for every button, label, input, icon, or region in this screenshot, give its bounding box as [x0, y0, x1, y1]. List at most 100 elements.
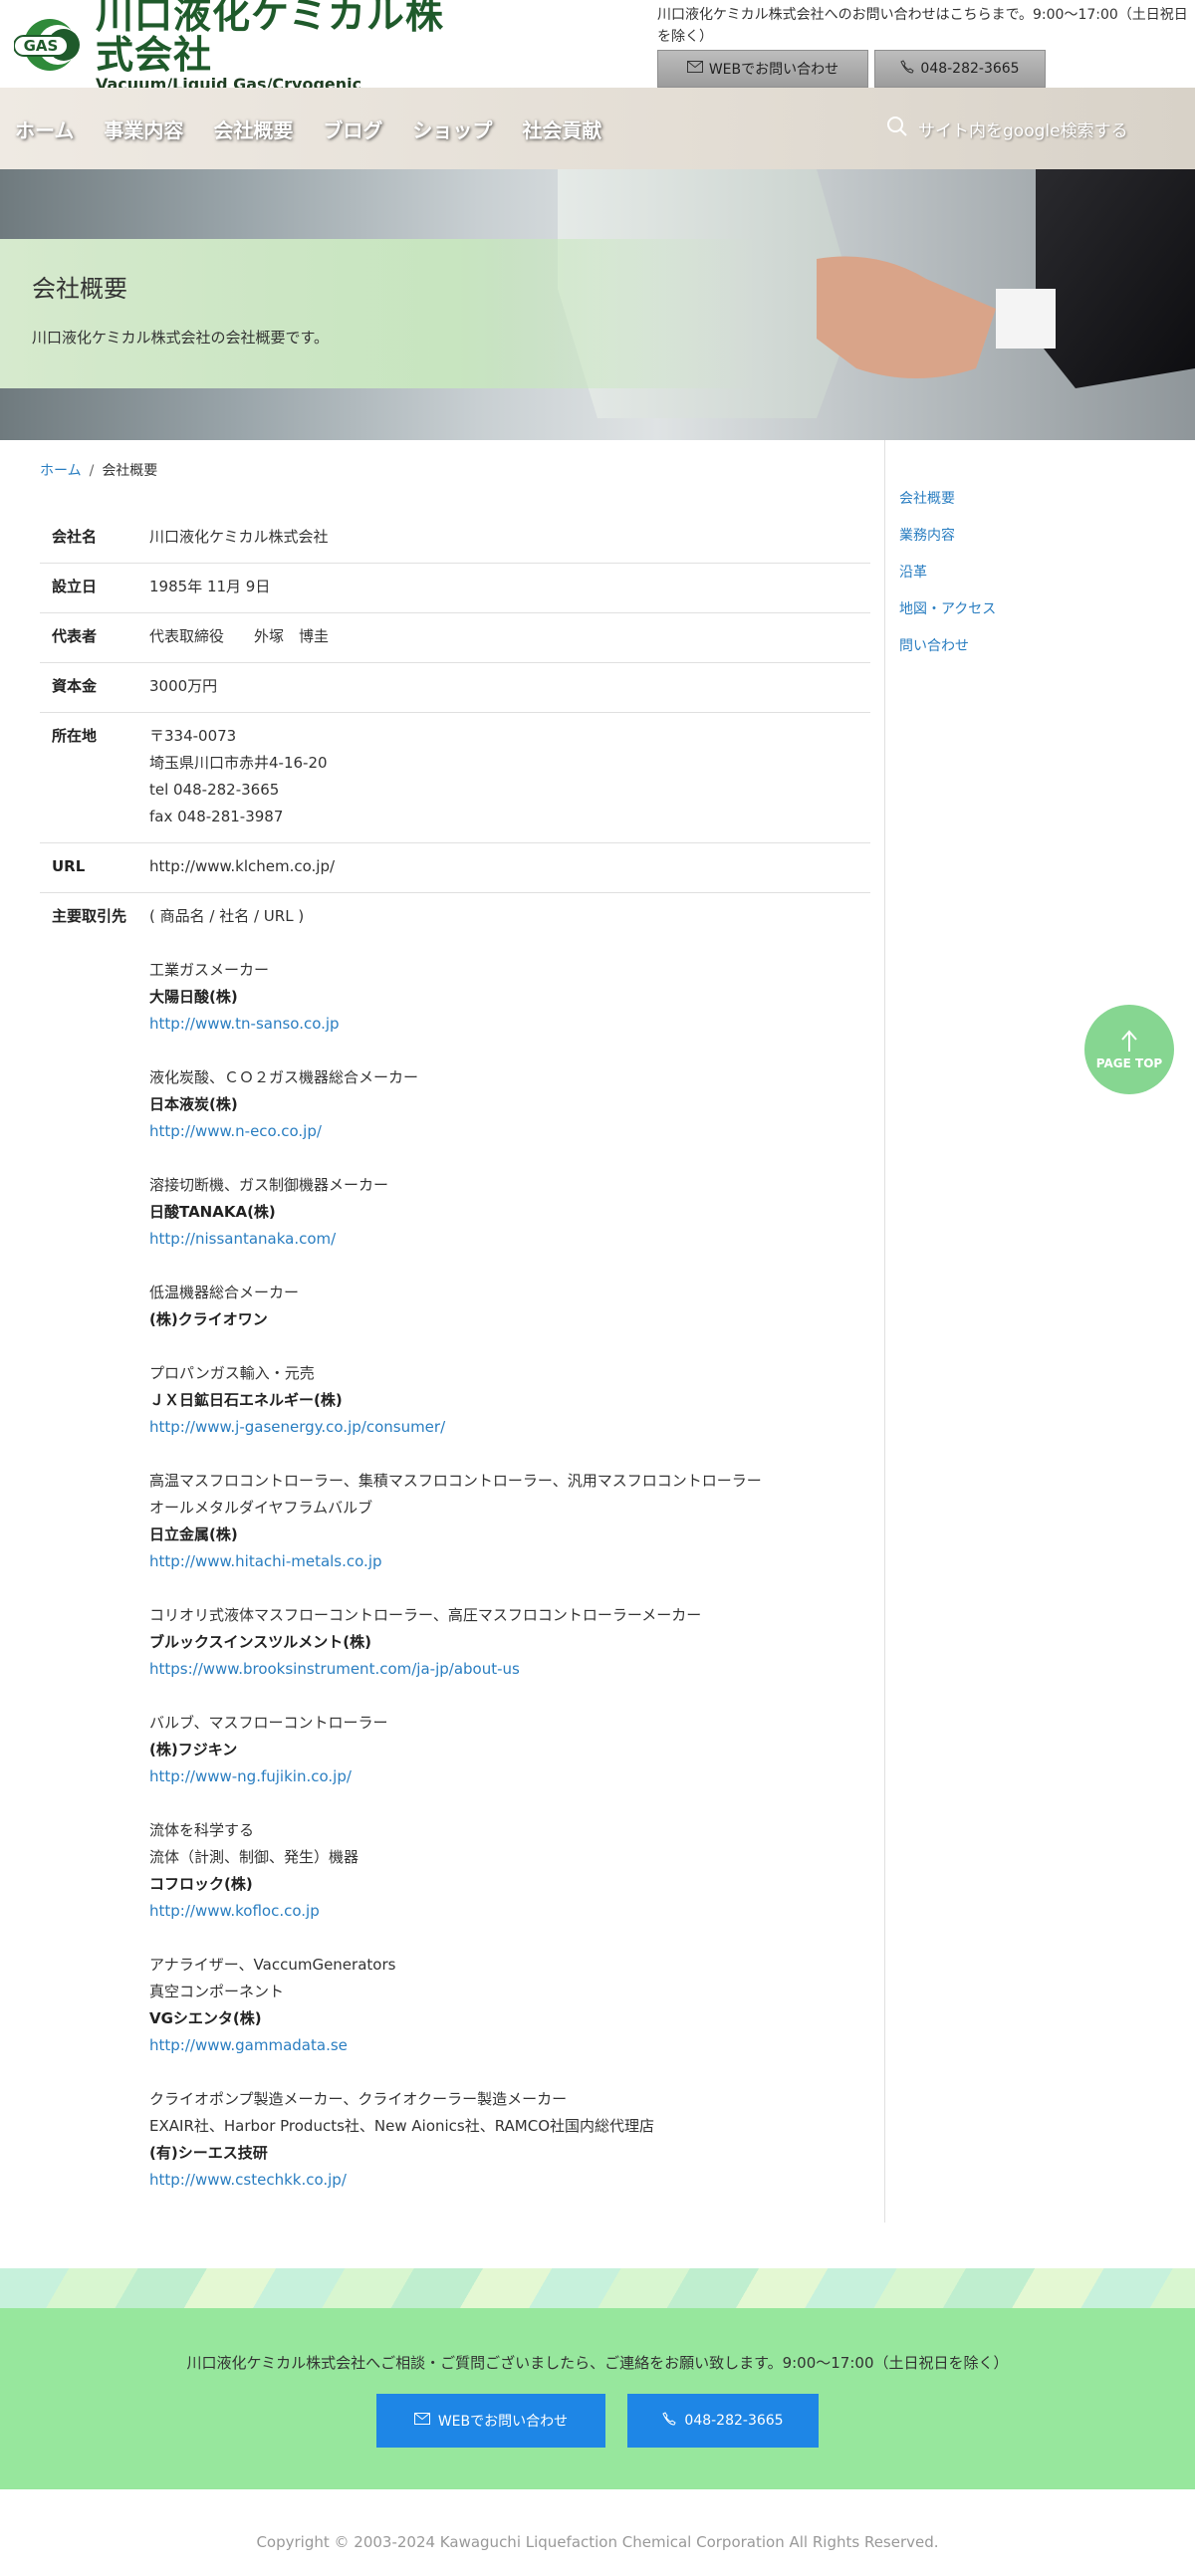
partner-name: 日本液炭(株) — [149, 1095, 238, 1113]
partner-description: 流体を科学する — [149, 1821, 255, 1839]
row-value: 代表取締役 外塚 博圭 — [149, 627, 330, 645]
partner-link[interactable]: http://www.kofloc.co.jp — [149, 1898, 870, 1925]
partner-link[interactable]: http://www.n-eco.co.jp/ — [149, 1118, 870, 1145]
partner-link[interactable]: http://www.hitachi-metals.co.jp — [149, 1548, 870, 1575]
site-logo[interactable]: GAS 川口液化ケミカル株式会社 Vacuum/Liquid Gas/Cryog… — [13, 0, 482, 94]
mail-icon — [413, 2413, 430, 2429]
list-item: バルブ、マスフローコントローラー (株)フジキン http://www-ng.f… — [149, 1710, 870, 1790]
row-label: 所在地 — [52, 727, 98, 745]
cta-tel-label: 048-282-3665 — [684, 2413, 784, 2429]
table-row: 設立日 1985年 11月 9日 — [40, 564, 870, 613]
list-item: 工業ガスメーカー 大陽日酸(株) http://www.tn-sanso.co.… — [149, 957, 870, 1038]
page-title: 会社概要 — [32, 275, 127, 303]
partner-link[interactable]: http://www.j-gasenergy.co.jp/consumer/ — [149, 1414, 870, 1441]
nav-item-company[interactable]: 会社概要 — [213, 115, 293, 143]
partner-description: プロパンガス輸入・元売 — [149, 1364, 315, 1382]
arrow-up-icon — [1119, 1029, 1139, 1056]
partner-description: 流体（計測、制御、発生）機器 — [149, 1848, 359, 1866]
partner-name: ＪＸ日鉱日石エネルギー(株) — [149, 1391, 343, 1409]
list-item: 液化炭酸、ＣＯ２ガス機器総合メーカー 日本液炭(株) http://www.n-… — [149, 1064, 870, 1145]
nav-item-csr[interactable]: 社会貢献 — [522, 115, 601, 143]
partner-description: 真空コンポーネント — [149, 1983, 285, 2000]
partner-link[interactable]: http://www.tn-sanso.co.jp — [149, 1011, 870, 1038]
search-placeholder: サイト内をgoogle検索する — [918, 121, 1128, 141]
nav-item-shop[interactable]: ショップ — [412, 115, 492, 143]
page-top-label: PAGE TOP — [1095, 1055, 1163, 1070]
contact-cta: 川口液化ケミカル株式会社へご相談・ご質問ございましたら、ご連絡をお願い致します。… — [0, 2308, 1195, 2489]
partner-description: 溶接切断機、ガス制御機器メーカー — [149, 1176, 389, 1194]
list-item: 高温マスフロコントローラー、集積マスフロコントローラー、汎用マスフロコントローラ… — [149, 1468, 870, 1575]
hero-title-band — [0, 239, 757, 388]
partner-link[interactable]: http://nissantanaka.com/ — [149, 1226, 870, 1253]
table-row: 主要取引先 ( 商品名 / 社名 / URL ) 工業ガスメーカー 大陽日酸(株… — [40, 893, 870, 2206]
fax-line: fax 048-281-3987 — [149, 808, 284, 825]
sidebar-item-contact[interactable]: 問い合わせ — [899, 635, 969, 655]
partner-name: (有)シーエス技研 — [149, 2144, 268, 2162]
partner-link[interactable]: http://www-ng.fujikin.co.jp/ — [149, 1763, 870, 1790]
sidebar-item-company[interactable]: 会社概要 — [899, 488, 955, 508]
row-label: 会社名 — [52, 528, 98, 546]
logo-mark-text: GAS — [24, 37, 59, 55]
nav-item-business[interactable]: 事業内容 — [104, 115, 183, 143]
partner-name: VGシエンタ(株) — [149, 2009, 262, 2027]
search-input[interactable]: サイト内をgoogle検索する — [886, 116, 1128, 142]
partner-description: 高温マスフロコントローラー、集積マスフロコントローラー、汎用マスフロコントローラ… — [149, 1472, 762, 1490]
partner-name: 日酸TANAKA(株) — [149, 1203, 276, 1221]
sidebar-item-business[interactable]: 業務内容 — [899, 525, 955, 545]
table-row: 会社名 川口液化ケミカル株式会社 — [40, 514, 870, 564]
address-line: 埼玉県川口市赤井4-16-20 — [149, 754, 328, 772]
company-info-table: 会社名 川口液化ケミカル株式会社 設立日 1985年 11月 9日 代表者 代表… — [40, 514, 870, 2206]
partner-name: 大陽日酸(株) — [149, 988, 238, 1006]
list-item: 低温機器総合メーカー (株)クライオワン — [149, 1280, 870, 1333]
partners-header: ( 商品名 / 社名 / URL ) — [149, 907, 305, 925]
sidebar-item-history[interactable]: 沿革 — [899, 562, 927, 582]
table-row: 所在地 〒334-0073 埼玉県川口市赤井4-16-20 tel 048-28… — [40, 713, 870, 843]
header-contact: 川口液化ケミカル株式会社へのお問い合わせはこちらまで。9:00〜17:00（土日… — [657, 4, 1195, 88]
cta-web-contact-button[interactable]: WEBでお問い合わせ — [376, 2394, 605, 2448]
header-web-contact-label: WEBでお問い合わせ — [708, 62, 839, 78]
cta-tel-button[interactable]: 048-282-3665 — [627, 2394, 819, 2448]
row-label: 代表者 — [52, 627, 98, 645]
nav-item-home[interactable]: ホーム — [15, 115, 74, 143]
copyright: Copyright © 2003-2024 Kawaguchi Liquefac… — [256, 2533, 939, 2551]
partner-description: バルブ、マスフローコントローラー — [149, 1714, 388, 1732]
partners-list: ( 商品名 / 社名 / URL ) 工業ガスメーカー 大陽日酸(株) http… — [149, 903, 870, 2194]
partner-description: 工業ガスメーカー — [149, 961, 270, 979]
partner-description: 低温機器総合メーカー — [149, 1284, 300, 1301]
page-description: 川口液化ケミカル株式会社の会社概要です。 — [32, 329, 330, 347]
address-value: 〒334-0073 埼玉県川口市赤井4-16-20 tel 048-282-36… — [149, 723, 870, 830]
page-top-button[interactable]: PAGE TOP — [1084, 1005, 1174, 1094]
sidebar: 会社概要 業務内容 沿革 地図・アクセス 問い合わせ — [884, 440, 1195, 2223]
breadcrumb-home[interactable]: ホーム — [40, 463, 82, 479]
header-web-contact-button[interactable]: WEBでお問い合わせ — [657, 50, 868, 88]
sidebar-item-access[interactable]: 地図・アクセス — [899, 598, 996, 618]
site-header: GAS 川口液化ケミカル株式会社 Vacuum/Liquid Gas/Cryog… — [0, 0, 1195, 94]
header-tel-button[interactable]: 048-282-3665 — [874, 50, 1046, 88]
row-label: 設立日 — [52, 578, 98, 595]
partner-name: コフロック(株) — [149, 1875, 253, 1893]
list-item: コリオリ式液体マスフローコントローラー、高圧マスフロコントローラーメーカー ブル… — [149, 1602, 870, 1683]
global-nav: ホーム 事業内容 会社概要 ブログ ショップ 社会貢献 サイト内をgoogle検… — [0, 88, 1195, 169]
row-label: URL — [52, 857, 86, 875]
main-content: ホーム / 会社概要 会社名 川口液化ケミカル株式会社 設立日 1985年 11月 … — [0, 440, 1195, 2223]
decorative-pattern — [0, 2268, 1195, 2308]
page-hero: 会社概要 川口液化ケミカル株式会社の会社概要です。 — [0, 169, 1195, 440]
nav-item-blog[interactable]: ブログ — [323, 115, 382, 143]
row-value: 3000万円 — [149, 677, 218, 695]
partner-link[interactable]: http://www.gammadata.se — [149, 2032, 870, 2059]
postal-code: 〒334-0073 — [149, 727, 237, 745]
row-value: 川口液化ケミカル株式会社 — [149, 528, 329, 546]
partner-description: アナライザー、VaccumGenerators — [149, 1956, 396, 1974]
table-row: 代表者 代表取締役 外塚 博圭 — [40, 613, 870, 663]
breadcrumb-separator: / — [89, 463, 95, 479]
partner-name: ブルックスインスツルメント(株) — [149, 1633, 371, 1651]
partner-link[interactable]: https://www.brooksinstrument.com/ja-jp/a… — [149, 1656, 870, 1683]
mail-icon — [686, 61, 703, 77]
partner-name: (株)クライオワン — [149, 1310, 268, 1328]
list-item: クライオポンプ製造メーカー、クライオクーラー製造メーカー EXAIR社、Harb… — [149, 2086, 870, 2194]
phone-icon — [662, 2412, 677, 2430]
list-item: プロパンガス輸入・元売 ＪＸ日鉱日石エネルギー(株) http://www.j-… — [149, 1360, 870, 1441]
list-item: 流体を科学する 流体（計測、制御、発生）機器 コフロック(株) http://w… — [149, 1817, 870, 1925]
partner-link[interactable]: http://www.cstechkk.co.jp/ — [149, 2167, 870, 2194]
list-item: 溶接切断機、ガス制御機器メーカー 日酸TANAKA(株) http://niss… — [149, 1172, 870, 1253]
